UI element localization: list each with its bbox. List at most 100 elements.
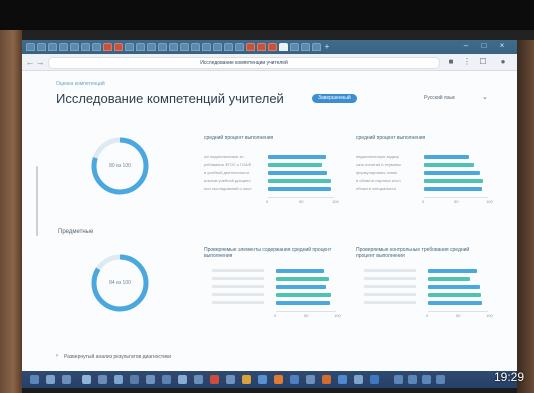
browser-tab[interactable] — [257, 43, 266, 51]
bar — [428, 301, 482, 305]
browser-tab[interactable] — [191, 43, 200, 51]
browser-tab[interactable] — [92, 43, 101, 51]
menu-icon[interactable]: ⋮ — [462, 57, 472, 67]
app-icon[interactable] — [130, 375, 139, 384]
section-heading-subject: Предметные — [58, 229, 94, 235]
browser-tab[interactable] — [70, 43, 79, 51]
url-text: Исследование компетенции учителей — [200, 60, 288, 66]
browser-tab[interactable] — [180, 43, 189, 51]
chevron-down-icon[interactable]: ⌄ — [482, 93, 488, 101]
bar — [424, 187, 482, 191]
app-icon[interactable] — [210, 375, 219, 384]
browser-tab[interactable] — [158, 43, 167, 51]
app-icon[interactable] — [322, 375, 331, 384]
browser-tab[interactable] — [169, 43, 178, 51]
app-icon[interactable] — [370, 375, 379, 384]
tray-icon[interactable] — [408, 375, 417, 384]
app-icon[interactable] — [194, 375, 203, 384]
forward-icon[interactable]: → — [35, 57, 45, 67]
app-icon[interactable] — [354, 375, 363, 384]
reading-icon[interactable]: ☐ — [478, 57, 488, 67]
app-icon[interactable] — [306, 375, 315, 384]
browser-tab[interactable] — [136, 43, 145, 51]
browser-tab[interactable] — [48, 43, 57, 51]
page-content: Оценка компетенций Исследование компетен… — [22, 71, 517, 371]
bar-row-label: в области научных иссл — [356, 178, 401, 183]
bar-row-label: ных исследований и опыт — [204, 186, 252, 191]
browser-tab[interactable] — [290, 43, 299, 51]
tab-list: + — [26, 43, 331, 52]
browser-tab[interactable] — [59, 43, 68, 51]
app-icon[interactable] — [338, 375, 347, 384]
axis-tick-label: 0 — [422, 199, 425, 204]
bar-row-label-blurred — [212, 285, 264, 288]
bar — [276, 285, 327, 289]
browser-tab[interactable] — [125, 43, 134, 51]
app-icon[interactable] — [98, 375, 107, 384]
language-select[interactable]: Русский язык — [424, 95, 455, 101]
app-icon[interactable] — [274, 375, 283, 384]
monitor-bezel-bottom — [22, 388, 517, 393]
start-icon[interactable] — [30, 375, 39, 384]
scrollbar[interactable] — [36, 166, 38, 236]
browser-tab[interactable] — [81, 43, 90, 51]
monitor-bezel-top — [22, 30, 534, 40]
bar — [428, 269, 478, 273]
browser-tab-active[interactable] — [279, 43, 288, 51]
app-icon[interactable] — [162, 375, 171, 384]
tray-icon[interactable] — [436, 375, 445, 384]
bar-row-label-blurred — [212, 277, 264, 280]
bookmark-icon[interactable]: ■ — [446, 57, 456, 67]
maximize-icon[interactable]: □ — [480, 42, 488, 50]
breadcrumb[interactable]: Оценка компетенций — [56, 81, 105, 87]
browser-tab[interactable] — [224, 43, 233, 51]
browser-tab[interactable] — [26, 43, 35, 51]
browser-tab[interactable] — [268, 43, 277, 51]
app-icon[interactable] — [258, 375, 267, 384]
bar-row-label: в учебной деятельности — [204, 170, 250, 175]
app-icon[interactable] — [178, 375, 187, 384]
axis-tick-label: 100 — [486, 313, 493, 318]
app-icon[interactable] — [114, 375, 123, 384]
bar-row-label-blurred — [364, 277, 416, 280]
bar-row-label: формулировать главн — [356, 170, 397, 175]
browser-tab[interactable] — [213, 43, 222, 51]
panel-title: Проверяемые элементы содержания средний … — [204, 247, 332, 259]
axis-tick-label: 100 — [332, 199, 339, 204]
browser-tab[interactable] — [301, 43, 310, 51]
bar-row-label: сать понятия и термины — [356, 162, 401, 167]
browser-tab[interactable] — [114, 43, 123, 51]
browser-tab[interactable] — [246, 43, 255, 51]
detailed-analysis-link[interactable]: Развернутый анализ результатов диагности… — [64, 354, 171, 360]
browser-tab[interactable] — [312, 43, 321, 51]
axis-tick-label: 100 — [486, 199, 493, 204]
photo-time-overlay: 19:29 — [494, 370, 525, 384]
taskbar — [22, 371, 517, 388]
app-icon[interactable] — [242, 375, 251, 384]
app-icon[interactable] — [290, 375, 299, 384]
app-icon[interactable] — [226, 375, 235, 384]
browser-tab[interactable] — [235, 43, 244, 51]
search-icon[interactable] — [46, 375, 55, 384]
browser-tab[interactable] — [147, 43, 156, 51]
browser-tab-strip: + – □ × — [22, 40, 517, 54]
back-icon[interactable]: ← — [25, 57, 35, 67]
close-icon[interactable]: × — [498, 42, 506, 50]
taskview-icon[interactable] — [62, 375, 71, 384]
url-field[interactable]: Исследование компетенции учителей — [48, 57, 440, 69]
profile-icon[interactable]: ● — [498, 57, 508, 67]
bar-row-label-blurred — [212, 269, 264, 272]
minimize-icon[interactable]: – — [462, 42, 470, 50]
bar-row-label-blurred — [364, 293, 416, 296]
browser-tab[interactable] — [202, 43, 211, 51]
browser-tab[interactable] — [37, 43, 46, 51]
tray-icon[interactable] — [394, 375, 403, 384]
chevron-right-icon[interactable]: › — [56, 353, 58, 359]
app-icon[interactable] — [146, 375, 155, 384]
tray-icon[interactable] — [422, 375, 431, 384]
new-tab-icon[interactable]: + — [323, 43, 331, 51]
bar-row-label: ализом учебной дисципл — [204, 178, 251, 183]
browser-tab[interactable] — [103, 43, 112, 51]
app-icon[interactable] — [82, 375, 91, 384]
axis-tick-label: 50 — [304, 313, 309, 318]
